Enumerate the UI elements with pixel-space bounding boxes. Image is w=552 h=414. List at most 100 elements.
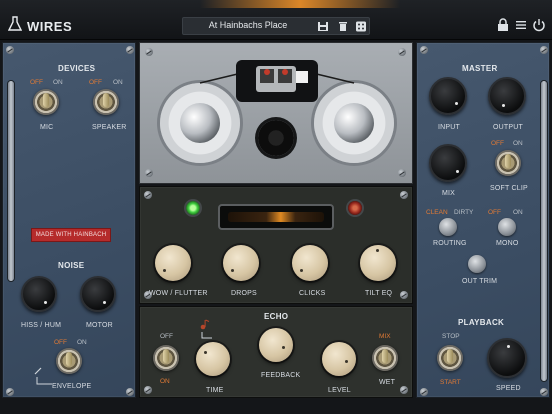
echo-on-label: ON [160, 378, 170, 385]
routing-toggle[interactable] [439, 218, 457, 236]
power-icon[interactable] [532, 18, 546, 32]
preset-name[interactable]: At Hainbachs Place [183, 20, 313, 30]
stop-label: STOP [442, 333, 460, 340]
green-led [186, 201, 200, 215]
mono-toggle[interactable] [498, 218, 516, 236]
knob-indicator [456, 170, 459, 173]
feedback-knob[interactable] [259, 328, 293, 362]
knob-indicator [163, 269, 166, 272]
input-level-slider[interactable] [8, 81, 14, 281]
mono-label: MONO [496, 240, 519, 247]
echo-title: ECHO [264, 312, 289, 321]
tilt-eq-knob[interactable] [360, 245, 396, 281]
output-level-slider[interactable] [541, 81, 547, 381]
screw [126, 388, 134, 396]
menu-icon[interactable] [514, 18, 528, 32]
level-label: LEVEL [328, 387, 351, 394]
wow-flutter-label: WOW / FLUTTER [149, 290, 208, 297]
speaker-label: SPEAKER [92, 124, 127, 131]
level-knob[interactable] [322, 342, 356, 376]
screw [144, 386, 152, 394]
output-label: OUTPUT [493, 124, 523, 131]
speed-label: SPEED [496, 385, 521, 392]
screw [420, 46, 428, 54]
drops-label: DROPS [231, 290, 257, 297]
soft-clip-toggle[interactable] [495, 150, 521, 176]
knob-indicator [282, 346, 285, 349]
motor-knob[interactable] [80, 276, 116, 312]
note-icon [200, 319, 210, 330]
speaker-on-label: ON [113, 79, 123, 86]
drops-knob[interactable] [223, 245, 259, 281]
soft-clip-on-label: ON [513, 140, 523, 147]
hiss-hum-knob[interactable] [21, 276, 57, 312]
mic-off-label: OFF [30, 79, 43, 86]
echo-off-label: OFF [160, 333, 173, 340]
screw [400, 191, 408, 199]
trash-icon[interactable] [337, 21, 349, 32]
knob-indicator [204, 351, 207, 354]
preset-bar[interactable]: At Hainbachs Place [182, 17, 370, 35]
screw [420, 388, 428, 396]
mic-label: MIC [40, 124, 54, 131]
screw [126, 46, 134, 54]
devices-title: DEVICES [58, 64, 96, 73]
out-trim-label: OUT TRIM [462, 278, 498, 285]
mono-off-label: OFF [488, 209, 501, 216]
dice-icon[interactable] [355, 21, 367, 32]
screw [540, 46, 548, 54]
echo-toggle[interactable] [153, 345, 179, 371]
noise-title: NOISE [58, 261, 85, 270]
knob-indicator [231, 269, 234, 272]
top-bar: WIRES At Hainbachs Place [0, 0, 552, 40]
knob-indicator [455, 102, 458, 105]
feedback-label: FEEDBACK [261, 372, 301, 379]
time-label: TIME [206, 387, 224, 394]
flask-logo-icon [8, 16, 22, 31]
start-label: START [440, 379, 461, 386]
tilt-eq-label: TILT EQ [365, 290, 393, 297]
soft-clip-label: SOFT CLIP [490, 185, 528, 192]
vu-tube-glow [228, 212, 324, 222]
playback-toggle[interactable] [437, 345, 463, 371]
wet-mix-label: MIX [379, 333, 391, 340]
input-label: INPUT [438, 124, 460, 131]
mic-on-label: ON [53, 79, 63, 86]
knob-indicator [345, 360, 348, 363]
input-knob[interactable] [429, 77, 467, 115]
envelope-off-label: OFF [54, 339, 67, 346]
soft-clip-off-label: OFF [491, 140, 504, 147]
top-glow [200, 0, 400, 8]
save-icon[interactable] [317, 21, 329, 32]
knob-indicator [502, 104, 505, 107]
routing-clean-label: CLEAN [426, 209, 448, 216]
red-led [348, 201, 362, 215]
tape-head-block [236, 60, 318, 102]
clicks-knob[interactable] [292, 245, 328, 281]
speed-knob[interactable] [487, 338, 527, 378]
master-title: MASTER [462, 64, 498, 73]
wow-flutter-knob[interactable] [155, 245, 191, 281]
screw [6, 46, 14, 54]
envelope-on-label: ON [77, 339, 87, 346]
envelope-toggle[interactable] [56, 348, 82, 374]
output-knob[interactable] [488, 77, 526, 115]
app-title: WIRES [27, 19, 73, 34]
tape-heads [256, 66, 308, 92]
hiss-hum-label: HISS / HUM [21, 322, 62, 329]
clicks-label: CLICKS [299, 290, 326, 297]
knob-indicator [103, 301, 106, 304]
speaker-toggle[interactable] [93, 89, 119, 115]
mix-knob[interactable] [429, 144, 467, 182]
time-knob[interactable] [196, 342, 230, 376]
mono-on-label: ON [513, 209, 523, 216]
mic-toggle[interactable] [33, 89, 59, 115]
wet-toggle[interactable] [372, 345, 398, 371]
knob-indicator [507, 345, 510, 348]
lock-icon[interactable] [496, 18, 510, 32]
speaker-off-label: OFF [89, 79, 102, 86]
envelope-label: ENVELOPE [52, 383, 92, 390]
screw [540, 388, 548, 396]
out-trim-knob[interactable] [468, 255, 486, 273]
mix-label: MIX [442, 190, 456, 197]
